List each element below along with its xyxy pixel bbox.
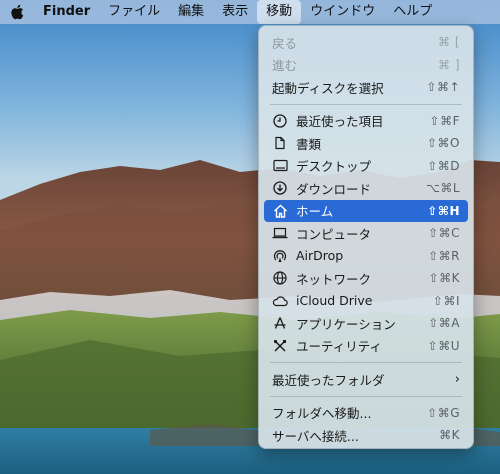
menu-item-label: 最近使った項目 [296,114,384,130]
menu-item-shortcut: ⇧⌘G [427,405,460,420]
menu-item-forward[interactable]: 進む ⌘ ] [264,54,468,77]
menu-item-connect-server[interactable]: サーバへ接続... ⌘K [264,424,468,447]
airdrop-icon [272,248,288,264]
menu-item-label: ユーティリティ [296,339,383,355]
menu-item-icloud-drive[interactable]: iCloud Drive ⇧⌘I [264,290,468,313]
menu-item-label: AirDrop [296,248,344,264]
menu-edit[interactable]: 編集 [169,0,213,24]
menu-item-desktop[interactable]: デスクトップ ⇧⌘D [264,155,468,178]
menu-item-documents[interactable]: 書類 ⇧⌘O [264,132,468,155]
laptop-icon [272,225,288,241]
menu-item-computer[interactable]: コンピュータ ⇧⌘C [264,222,468,245]
menu-item-utilities[interactable]: ユーティリティ ⇧⌘U [264,335,468,358]
menu-file[interactable]: ファイル [99,0,169,24]
menu-item-label: 最近使ったフォルダ [272,372,385,388]
home-icon [272,203,288,219]
menu-item-shortcut: ⇧⌘H [427,203,460,218]
menu-item-network[interactable]: ネットワーク ⇧⌘K [264,267,468,290]
menu-item-shortcut: ⇧⌘C [428,226,460,241]
menu-item-label: 進む [272,58,298,74]
globe-icon [272,270,288,286]
clock-icon [272,113,288,129]
menu-item-shortcut: ⇧⌘U [427,338,460,353]
menu-item-label: サーバへ接続... [272,428,359,444]
menu-item-shortcut: ⌘ ] [438,57,460,72]
menu-item-label: ホーム [296,204,334,220]
menu-item-downloads[interactable]: ダウンロード ⌥⌘L [264,177,468,200]
document-icon [272,135,288,151]
desktop-icon [272,158,288,174]
menu-go[interactable]: 移動 [257,0,302,24]
menu-item-go-to-folder[interactable]: フォルダへ移動... ⇧⌘G [264,402,468,425]
apple-logo-icon [11,4,24,20]
menu-separator [270,103,462,105]
menu-item-shortcut: ⇧⌘R [428,248,460,263]
menu-finder[interactable]: Finder [34,0,99,24]
menu-item-shortcut: ⌥⌘L [425,181,460,196]
menu-item-label: iCloud Drive [296,293,373,309]
menu-item-label: フォルダへ移動... [272,406,372,422]
go-menu-dropdown: 戻る ⌘ [ 進む ⌘ ] 起動ディスクを選択 ⇧⌘↑ 最近使った項目 ⇧⌘F … [258,25,474,449]
menu-window[interactable]: ウインドウ [301,0,384,24]
cloud-icon [272,293,288,309]
applications-icon [272,315,288,331]
menu-item-home[interactable]: ホーム ⇧⌘H [264,199,468,222]
menu-item-shortcut: ⇧⌘F [429,113,460,128]
menu-item-label: アプリケーション [296,316,396,332]
chevron-right-icon: › [454,371,460,387]
utilities-icon [272,338,288,354]
menu-item-recents[interactable]: 最近使った項目 ⇧⌘F [264,110,468,133]
download-icon [272,180,288,196]
menu-item-applications[interactable]: アプリケーション ⇧⌘A [264,312,468,335]
menu-item-label: 起動ディスクを選択 [272,80,384,96]
menu-item-shortcut: ⌘K [439,428,460,443]
menu-item-airdrop[interactable]: AirDrop ⇧⌘R [264,245,468,268]
menu-item-label: 戻る [272,35,298,51]
menu-item-recent-folders[interactable]: 最近使ったフォルダ › [264,368,468,391]
menu-item-label: ダウンロード [296,181,372,197]
apple-menu[interactable] [0,0,34,24]
menu-item-label: コンピュータ [296,226,372,242]
menu-help[interactable]: ヘルプ [384,0,441,24]
menu-item-label: 書類 [296,136,322,152]
menu-item-shortcut: ⇧⌘↑ [426,80,460,95]
menu-item-shortcut: ⇧⌘I [432,293,460,308]
menu-item-shortcut: ⇧⌘D [427,158,460,173]
menu-item-shortcut: ⇧⌘O [427,136,460,151]
menu-separator [270,362,462,363]
menu-bar: Finder ファイル 編集 表示 移動 ウインドウ ヘルプ [0,0,500,24]
menu-item-shortcut: ⌘ [ [438,35,460,50]
menu-item-startup-disk[interactable]: 起動ディスクを選択 ⇧⌘↑ [264,76,468,99]
menu-item-shortcut: ⇧⌘K [428,271,460,286]
menu-item-back[interactable]: 戻る ⌘ [ [264,31,468,54]
menu-item-label: ネットワーク [296,271,372,287]
menu-item-label: デスクトップ [296,159,372,175]
menu-item-shortcut: ⇧⌘A [428,316,460,331]
menu-separator [270,395,462,397]
menu-view[interactable]: 表示 [213,0,257,24]
